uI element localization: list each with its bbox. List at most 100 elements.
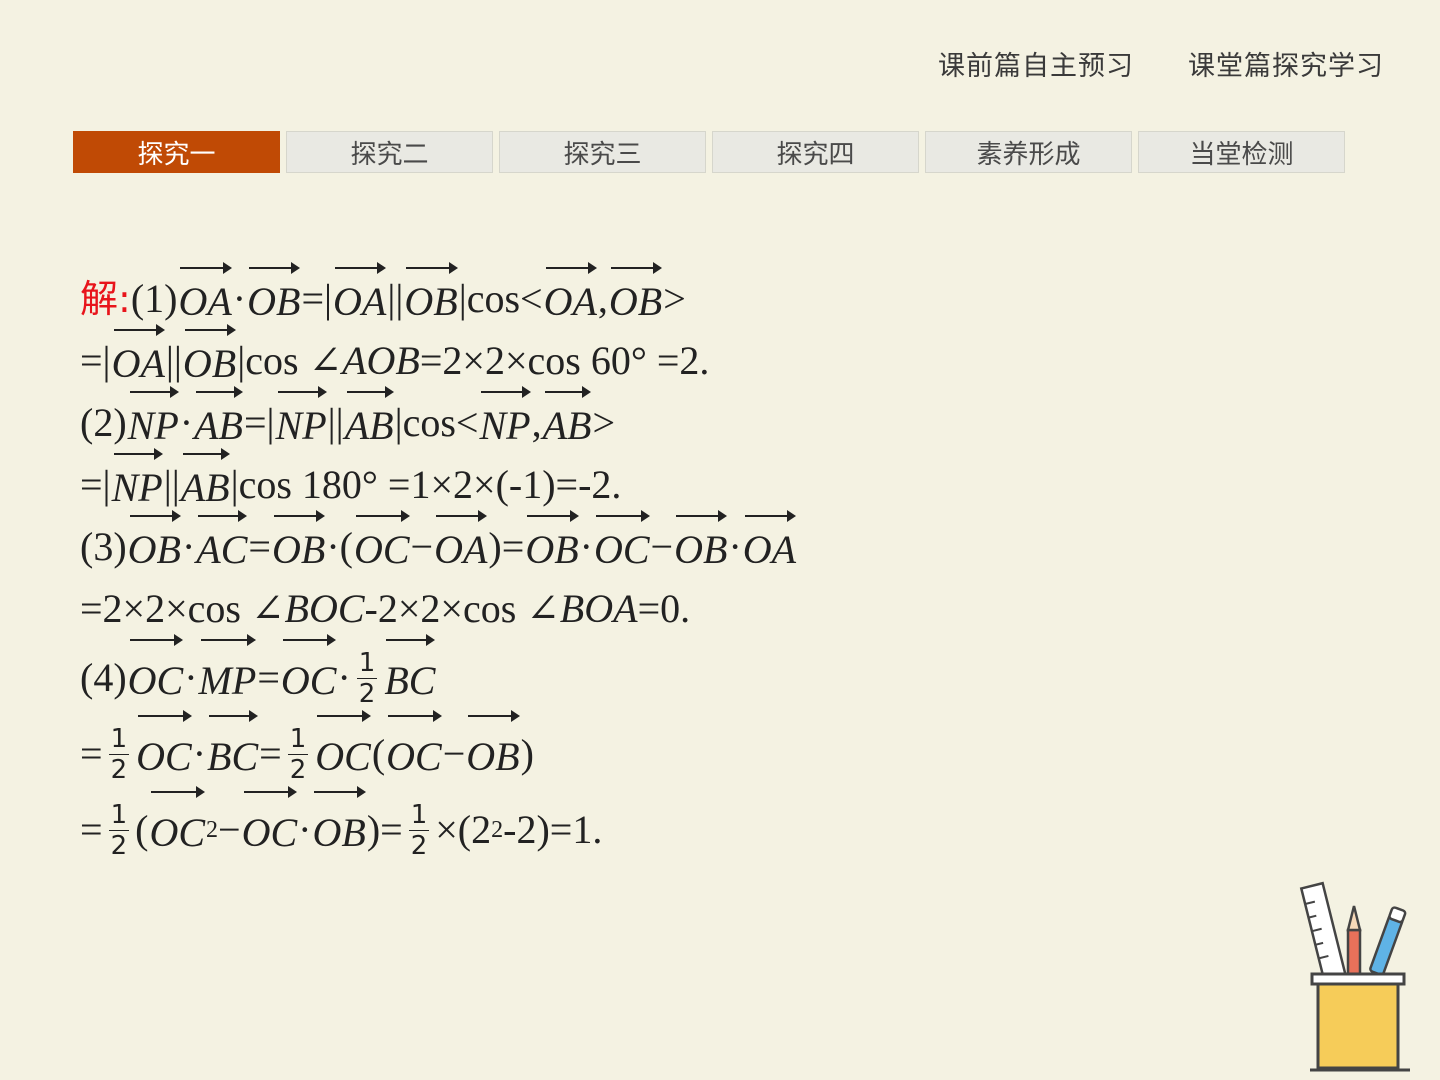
tab-explore-4[interactable]: 探究四 bbox=[712, 131, 919, 173]
vector-oc: OC bbox=[354, 510, 410, 581]
angle-aob: AOB bbox=[342, 338, 420, 383]
vector-oa: OA bbox=[544, 262, 598, 333]
vector-np: NP bbox=[112, 448, 163, 519]
text: = bbox=[248, 524, 271, 569]
tab-explore-3[interactable]: 探究三 bbox=[499, 131, 706, 173]
denominator: 2 bbox=[110, 754, 128, 785]
vector-ab: AB bbox=[345, 386, 394, 457]
text: =| bbox=[80, 338, 111, 383]
vector-oc: OC bbox=[136, 710, 192, 795]
text: =| bbox=[243, 400, 275, 445]
text: ) bbox=[520, 731, 534, 776]
text: · bbox=[184, 655, 198, 700]
vector-oc: OC bbox=[386, 710, 442, 795]
text: |cos ∠ bbox=[237, 338, 343, 383]
text: ·( bbox=[326, 524, 353, 569]
solution-line-7: (4) OC · MP = OC · 1 2 BC bbox=[80, 634, 1080, 719]
tab-explore-1[interactable]: 探究一 bbox=[73, 131, 280, 173]
vector-np: NP bbox=[128, 386, 179, 457]
text: =2×2×cos ∠ bbox=[80, 586, 285, 631]
text: || bbox=[165, 338, 182, 383]
vector-ac: AC bbox=[196, 510, 248, 581]
angle-boa: BOA bbox=[559, 586, 638, 631]
vector-ob: OB bbox=[674, 510, 728, 581]
text: )= bbox=[488, 524, 525, 569]
vector-ob: OB bbox=[272, 510, 326, 581]
text: (1) bbox=[130, 276, 178, 321]
exponent: 2 bbox=[491, 817, 504, 843]
numerator: 1 bbox=[408, 799, 430, 831]
vector-oa: OA bbox=[333, 262, 387, 333]
fraction-half: 1 2 bbox=[108, 799, 130, 861]
fraction-half: 1 2 bbox=[408, 799, 430, 861]
text: -2)=1. bbox=[503, 807, 603, 852]
numerator: 1 bbox=[287, 723, 309, 755]
text: (2) bbox=[80, 400, 127, 445]
vector-ab: AB bbox=[194, 386, 243, 457]
solution-line-4: =| NP || AB |cos 180° =1×2×(-1)=-2. bbox=[80, 448, 1080, 519]
text: ×(2 bbox=[435, 807, 492, 852]
vector-oc: OC bbox=[281, 634, 336, 719]
vector-oc: OC bbox=[594, 510, 650, 581]
vector-ab: AB bbox=[181, 448, 230, 519]
vector-np: NP bbox=[479, 386, 531, 457]
fraction-half: 1 2 bbox=[356, 647, 378, 709]
text: (4) bbox=[80, 655, 127, 700]
text: )= bbox=[366, 807, 403, 852]
text: · bbox=[192, 731, 207, 776]
solution-line-3: (2) NP · AB =| NP || AB |cos< NP , AB > bbox=[80, 386, 1080, 457]
numerator: 1 bbox=[108, 799, 130, 831]
text: − bbox=[410, 524, 434, 569]
fraction-half: 1 2 bbox=[108, 724, 130, 785]
vector-oc: OC bbox=[315, 710, 371, 795]
denominator: 2 bbox=[289, 754, 307, 785]
vector-ob: OB bbox=[609, 262, 663, 333]
vector-ob: OB bbox=[525, 510, 579, 581]
tab-class-test[interactable]: 当堂检测 bbox=[1138, 131, 1345, 173]
vector-bc: BC bbox=[384, 634, 436, 719]
solution-line-5: (3) OB · AC = OB ·( OC − OA )= OB · OC −… bbox=[80, 510, 1080, 581]
vector-oc: OC bbox=[242, 786, 297, 871]
vector-oc: OC bbox=[149, 786, 205, 871]
vector-ob: OB bbox=[466, 710, 520, 795]
text: = bbox=[257, 655, 280, 700]
vector-oa: OA bbox=[434, 510, 488, 581]
text: || bbox=[327, 400, 344, 445]
text: − bbox=[218, 807, 241, 852]
text: · bbox=[181, 524, 196, 569]
fraction-half: 1 2 bbox=[287, 723, 309, 785]
nav-classroom-link[interactable]: 课堂篇探究学习 bbox=[1188, 44, 1384, 83]
text: − bbox=[650, 524, 674, 569]
text: || bbox=[387, 276, 404, 321]
text: |cos< bbox=[394, 400, 479, 445]
text: · bbox=[298, 807, 312, 852]
nav-preview-link[interactable]: 课前篇自主预习 bbox=[938, 44, 1134, 83]
text: · bbox=[337, 655, 351, 700]
vector-ob: OB bbox=[128, 510, 182, 581]
text: |cos< bbox=[458, 276, 543, 321]
section-tabs: 探究一 探究二 探究三 探究四 素养形成 当堂检测 bbox=[73, 131, 1345, 173]
text: || bbox=[163, 462, 180, 507]
solution-line-8: = 1 2 OC · BC = 1 2 OC ( OC − OB ) bbox=[80, 710, 1080, 795]
text: =| bbox=[80, 462, 111, 507]
text: · bbox=[232, 276, 247, 321]
denominator: 2 bbox=[410, 830, 428, 861]
vector-ob: OB bbox=[247, 262, 301, 333]
vector-ob: OB bbox=[404, 262, 459, 333]
vector-oc: OC bbox=[128, 634, 183, 719]
solution-block: 解: (1) OA · OB =| OA || OB |cos< OA , OB… bbox=[80, 262, 1080, 871]
text: ( bbox=[135, 807, 149, 852]
vector-ab: AB bbox=[543, 386, 591, 457]
denominator: 2 bbox=[110, 830, 128, 861]
text: · bbox=[579, 524, 593, 569]
tab-literacy[interactable]: 素养形成 bbox=[925, 131, 1132, 173]
text: =0. bbox=[637, 586, 691, 631]
vector-ob: OB bbox=[312, 786, 367, 871]
solution-label: 解: bbox=[80, 277, 131, 321]
vector-oa: OA bbox=[112, 324, 166, 395]
numerator: 1 bbox=[356, 647, 378, 679]
angle-boc: BOC bbox=[284, 586, 365, 631]
tab-explore-2[interactable]: 探究二 bbox=[286, 131, 493, 173]
text: = bbox=[80, 731, 103, 776]
text: = bbox=[259, 731, 282, 776]
